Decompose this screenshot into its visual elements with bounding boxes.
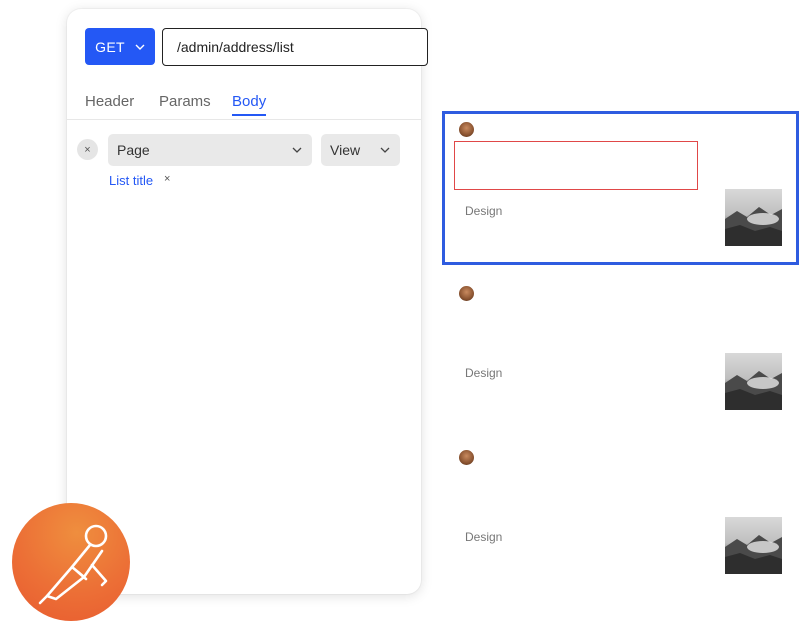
close-icon: × bbox=[84, 143, 91, 156]
tab-params[interactable]: Params bbox=[159, 93, 211, 116]
avatar bbox=[459, 286, 474, 301]
method-label: GET bbox=[95, 38, 125, 55]
avatar bbox=[459, 450, 474, 465]
chevron-down-icon bbox=[135, 44, 145, 50]
feed-card-selected[interactable]: Design bbox=[442, 111, 799, 265]
card-category: Design bbox=[465, 366, 503, 380]
selection-box[interactable] bbox=[454, 141, 698, 190]
chevron-down-icon bbox=[292, 147, 302, 153]
card-thumbnail bbox=[725, 517, 782, 574]
postman-logo bbox=[12, 503, 130, 621]
mode-select-value: View bbox=[330, 142, 361, 158]
avatar bbox=[459, 122, 474, 137]
field-select-value: Page bbox=[117, 142, 150, 158]
tab-bar: Header Params Body bbox=[67, 93, 421, 120]
tab-header[interactable]: Header bbox=[85, 93, 134, 116]
chevron-down-icon bbox=[380, 147, 390, 153]
mode-select[interactable]: View bbox=[321, 134, 400, 166]
field-select[interactable]: Page bbox=[108, 134, 312, 166]
card-thumbnail bbox=[725, 353, 782, 410]
card-category: Design bbox=[465, 204, 503, 218]
list-title-chip[interactable]: List title bbox=[109, 173, 153, 188]
feed-card[interactable]: Design bbox=[442, 443, 799, 597]
feed-card[interactable]: Design bbox=[442, 279, 799, 433]
chip-remove-icon[interactable]: × bbox=[164, 173, 170, 185]
card-category: Design bbox=[465, 530, 503, 544]
remove-row-button[interactable]: × bbox=[77, 139, 98, 160]
tab-body[interactable]: Body bbox=[232, 93, 267, 116]
url-input[interactable] bbox=[162, 28, 428, 66]
card-thumbnail bbox=[725, 189, 782, 246]
method-dropdown-button[interactable]: GET bbox=[85, 28, 155, 65]
